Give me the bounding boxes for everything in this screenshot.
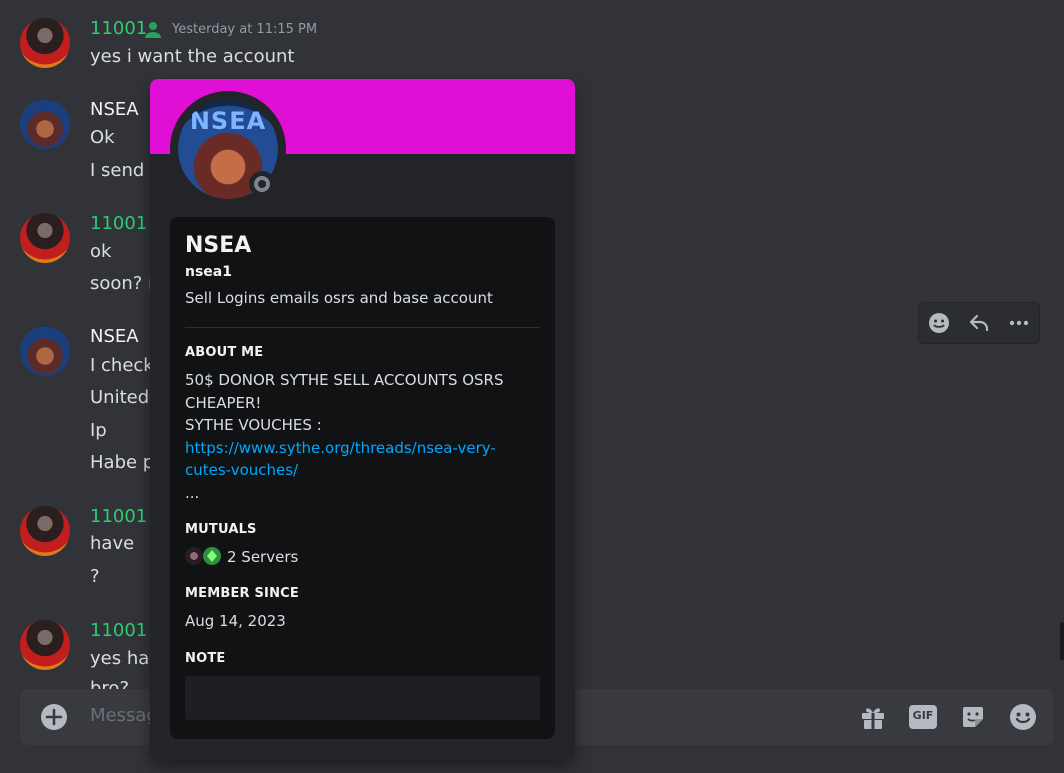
mutual-servers[interactable]: 2 Servers xyxy=(227,546,427,569)
avatar[interactable] xyxy=(20,326,70,376)
status-hole xyxy=(258,180,266,188)
avatar[interactable] xyxy=(20,620,70,670)
vouches-link[interactable]: https://www.sythe.org/threads/nsea-very-… xyxy=(185,437,545,482)
avatar[interactable] xyxy=(20,506,70,556)
note-input[interactable] xyxy=(185,676,540,720)
display-name: NSEA xyxy=(185,233,252,258)
avatar[interactable] xyxy=(20,213,70,263)
about-line: SYTHE VOUCHES : xyxy=(185,416,322,434)
timestamp: Yesterday at 11:15 PM xyxy=(172,22,318,37)
profile-popout: NSEA NSEA nsea1 Sell Logins emails osrs … xyxy=(150,79,575,759)
link-line: cutes-vouches/ xyxy=(185,461,299,479)
avatar-logo-text: NSEA xyxy=(189,107,267,135)
username[interactable]: 11001 xyxy=(90,213,147,234)
username[interactable]: 11001 xyxy=(90,18,147,39)
about-more[interactable]: ... xyxy=(185,482,545,505)
add-reaction-icon[interactable] xyxy=(926,310,952,336)
profile-username: nsea1 xyxy=(185,264,232,280)
message-text: ok xyxy=(90,241,112,262)
avatar[interactable] xyxy=(20,99,70,149)
about-line: 50$ DONOR SYTHE SELL ACCOUNTS OSRS xyxy=(185,371,504,389)
username[interactable]: 11001 xyxy=(90,506,147,527)
about-text: 50$ DONOR SYTHE SELL ACCOUNTS OSRS CHEAP… xyxy=(185,369,545,504)
custom-status: Sell Logins emails osrs and base account xyxy=(185,289,493,307)
message-text: ? xyxy=(90,566,100,587)
note-heading: NOTE xyxy=(185,651,226,666)
about-heading: ABOUT ME xyxy=(185,345,264,360)
mutual-servers-icons[interactable] xyxy=(185,547,225,567)
profile-card: NSEA nsea1 Sell Logins emails osrs and b… xyxy=(170,217,555,739)
message-text: United xyxy=(90,387,150,408)
message-text: I check xyxy=(90,355,154,376)
message-text: Habe p xyxy=(90,452,155,473)
link-line: https://www.sythe.org/threads/nsea-very- xyxy=(185,438,496,457)
mutuals-heading: MUTUALS xyxy=(185,522,257,537)
emoji-icon[interactable] xyxy=(1009,703,1037,731)
gif-label: GIF xyxy=(912,709,934,722)
message-input[interactable]: Messag xyxy=(90,705,158,726)
scrollbar[interactable] xyxy=(1060,622,1064,660)
username[interactable]: NSEA xyxy=(90,99,139,120)
member-since-date: Aug 14, 2023 xyxy=(185,612,286,630)
member-since-heading: MEMBER SINCE xyxy=(185,586,299,601)
username[interactable]: 11001 xyxy=(90,620,147,641)
divider xyxy=(185,327,540,328)
plus-circle-icon[interactable] xyxy=(40,703,68,731)
gift-icon[interactable] xyxy=(859,703,887,731)
server-icon xyxy=(203,547,221,565)
about-line: CHEAPER! xyxy=(185,393,262,412)
sticker-icon[interactable] xyxy=(959,703,987,731)
gif-icon[interactable]: GIF xyxy=(909,703,937,731)
message-text: have xyxy=(90,533,135,554)
message-actions xyxy=(918,302,1040,344)
message-text: yes i want the account xyxy=(90,46,295,67)
message-text: Ok xyxy=(90,127,115,148)
server-icon xyxy=(185,547,203,565)
message-text: I send s xyxy=(90,160,160,181)
person-icon xyxy=(145,22,161,38)
message-text: Ip xyxy=(90,420,107,441)
more-icon[interactable] xyxy=(1006,310,1032,336)
avatar[interactable] xyxy=(20,18,70,68)
username[interactable]: NSEA xyxy=(90,326,139,347)
reply-icon[interactable] xyxy=(966,310,992,336)
